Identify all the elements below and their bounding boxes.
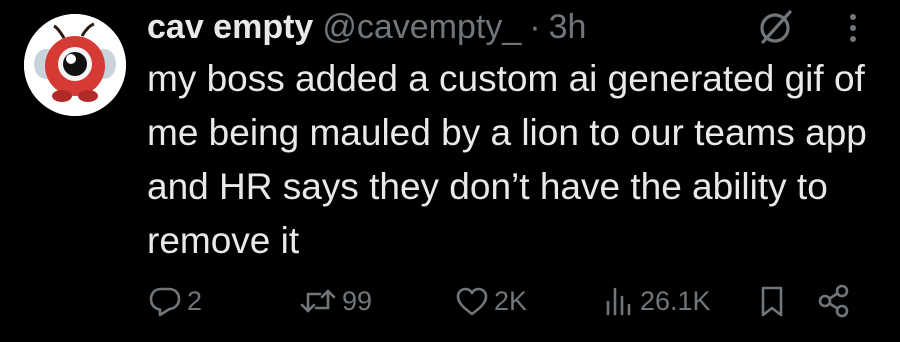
repost-count: 99 xyxy=(342,285,373,316)
bookmark-icon xyxy=(761,286,783,317)
repost-icon xyxy=(300,289,336,313)
views-icon xyxy=(606,287,631,316)
bookmark-button[interactable] xyxy=(757,278,787,324)
separator-dot: · xyxy=(529,7,541,46)
views-button[interactable]: 26.1K xyxy=(600,278,711,324)
like-count: 2K xyxy=(494,285,528,316)
reply-count: 2 xyxy=(187,285,203,316)
avatar[interactable] xyxy=(24,14,126,116)
tweet-text: my boss added a custom ai generated gif … xyxy=(147,58,878,261)
reply-icon xyxy=(149,287,181,317)
timestamp[interactable]: 3h xyxy=(549,8,587,47)
avatar-image xyxy=(24,14,126,116)
action-bar: 2 99 2K 26.1K xyxy=(0,278,900,324)
user-handle[interactable]: @cavempty_ xyxy=(322,8,521,47)
repost-button[interactable]: 99 xyxy=(298,278,372,324)
views-count: 26.1K xyxy=(640,285,711,316)
share-icon xyxy=(818,284,849,318)
reply-button[interactable]: 2 xyxy=(147,278,202,324)
display-name[interactable]: cav empty xyxy=(147,8,313,47)
heart-icon xyxy=(456,287,488,316)
like-button[interactable]: 2K xyxy=(454,278,527,324)
more-icon[interactable] xyxy=(838,8,868,48)
tweet-header: cav empty @cavempty_ · 3h xyxy=(147,2,586,52)
grok-icon[interactable] xyxy=(754,6,796,48)
tweet: cav empty @cavempty_ · 3h my boss added … xyxy=(0,0,900,342)
share-button[interactable] xyxy=(815,278,853,324)
